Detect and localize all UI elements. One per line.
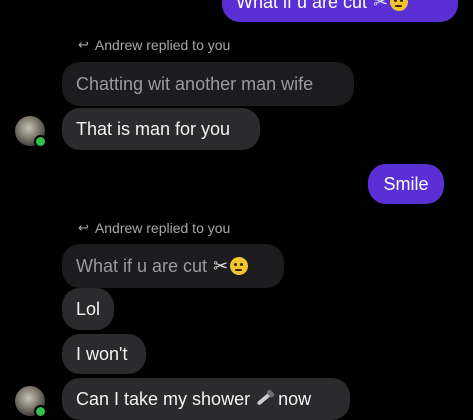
outgoing-message-text: Smile	[383, 174, 429, 194]
emoji-group: ✂	[373, 0, 409, 12]
quoted-message-text: What if u are cut	[76, 256, 208, 276]
incoming-message[interactable]: That is man for you	[62, 108, 260, 150]
reply-arrow-icon: ↩	[78, 220, 89, 235]
incoming-message-text: That is man for you	[76, 119, 231, 139]
emoji-group: ✂	[213, 256, 249, 276]
avatar[interactable]	[15, 386, 47, 418]
quoted-message-text: Chatting wit another man wife	[76, 74, 314, 94]
reply-label-text: Andrew replied to you	[94, 37, 231, 53]
reply-label: ↩ Andrew replied to you	[78, 220, 230, 236]
outgoing-message-top[interactable]: What if u are cut ✂	[222, 0, 458, 22]
incoming-message-text-part2: now	[278, 389, 312, 409]
reply-label-text: Andrew replied to you	[94, 220, 231, 236]
thinking-face-icon	[230, 257, 249, 275]
incoming-message-text: Lol	[76, 299, 101, 319]
chat-thread: What if u are cut ✂ ↩ Andrew replied to …	[0, 0, 473, 420]
quoted-message[interactable]: What if u are cut ✂	[62, 244, 284, 288]
incoming-message[interactable]: Lol	[62, 288, 114, 330]
scissors-icon: ✂	[213, 256, 229, 276]
incoming-message[interactable]: I won't	[62, 334, 146, 374]
incoming-message-text-part1: Can I take my shower	[76, 389, 251, 409]
thinking-face-icon	[390, 0, 409, 11]
online-status-icon	[34, 135, 47, 148]
bathtub-icon	[256, 392, 272, 406]
reply-label: ↩ Andrew replied to you	[78, 37, 230, 53]
quoted-message[interactable]: Chatting wit another man wife	[62, 62, 354, 106]
incoming-message-text: I won't	[76, 344, 128, 364]
outgoing-message[interactable]: Smile	[368, 164, 444, 204]
scissors-icon: ✂	[373, 0, 389, 12]
reply-arrow-icon: ↩	[78, 37, 89, 52]
outgoing-message-text: What if u are cut	[236, 0, 368, 12]
incoming-message[interactable]: Can I take my shower now	[62, 378, 350, 420]
avatar[interactable]	[15, 116, 47, 148]
online-status-icon	[34, 405, 47, 418]
